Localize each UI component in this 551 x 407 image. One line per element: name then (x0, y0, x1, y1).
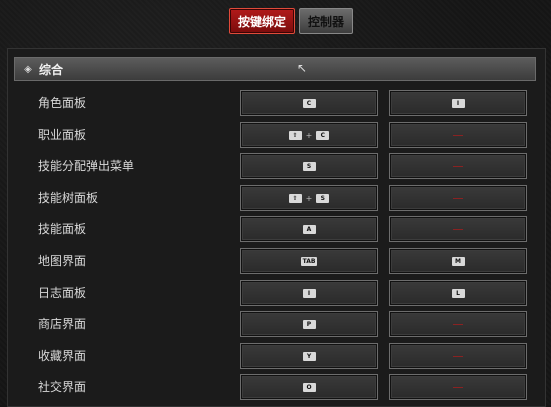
keybinding-action-label: 收藏界面 (38, 349, 87, 363)
primary-binding-button[interactable]: P (240, 311, 378, 337)
keycap: P (302, 319, 316, 329)
primary-binding-button[interactable]: ⇧ + S (240, 185, 378, 211)
unbound-dash (453, 323, 463, 325)
secondary-binding-button[interactable] (389, 374, 527, 400)
primary-binding-button[interactable]: C (240, 90, 378, 116)
keybinding-action-label: 商店界面 (38, 317, 87, 331)
diamond-icon: ◈ (24, 63, 32, 75)
keycap: C (302, 98, 316, 108)
primary-binding-button[interactable]: TAB (240, 248, 378, 274)
keybinding-row: 收藏界面 Y (0, 343, 551, 369)
keybinding-row: 日志面板 I L (0, 280, 551, 306)
primary-binding-button[interactable]: ⇧ + C (240, 122, 378, 148)
keycap: S (302, 161, 316, 171)
keybinding-row: 角色面板 C I (0, 90, 551, 116)
primary-binding-button[interactable]: A (240, 216, 378, 242)
unbound-dash (453, 134, 463, 136)
keybinding-action-label: 技能分配弹出菜单 (38, 159, 135, 173)
unbound-dash (453, 165, 463, 167)
secondary-binding-button[interactable] (389, 153, 527, 179)
keybinding-action-label: 职业面板 (38, 128, 87, 142)
keycap: S (316, 193, 330, 203)
secondary-binding-button[interactable] (389, 311, 527, 337)
plus-sign: + (305, 193, 313, 203)
secondary-binding-button[interactable] (389, 122, 527, 148)
tab-keybindings[interactable]: 按键绑定 (229, 8, 296, 34)
keybinding-row: 技能面板 A (0, 216, 551, 242)
secondary-binding-button[interactable] (389, 185, 527, 211)
shift-key-icon: ⇧ (288, 193, 302, 203)
keycap: Y (302, 351, 316, 361)
keybinding-row: 地图界面 TAB M (0, 248, 551, 274)
keycap: I (451, 98, 465, 108)
keybinding-action-label: 技能树面板 (38, 191, 99, 205)
keybinding-row: 商店界面 P (0, 311, 551, 337)
keycap: I (302, 288, 316, 298)
primary-binding-button[interactable]: I (240, 280, 378, 306)
keybinding-action-label: 技能面板 (38, 222, 87, 236)
keycap: O (302, 382, 316, 392)
keybinding-row: 社交界面 O (0, 374, 551, 400)
keycap: M (451, 256, 465, 266)
mouse-cursor-icon: ↖ (297, 61, 308, 75)
keycap: A (302, 224, 316, 234)
keybinding-action-label: 角色面板 (38, 96, 87, 110)
shift-key-icon: ⇧ (288, 130, 302, 140)
keybinding-row: 技能树面板 ⇧ + S (0, 185, 551, 211)
unbound-dash (453, 386, 463, 388)
unbound-dash (453, 355, 463, 357)
secondary-binding-button[interactable] (389, 343, 527, 369)
keycap: L (451, 288, 465, 298)
keybinding-row: 技能分配弹出菜单 S (0, 153, 551, 179)
tab-controller[interactable]: 控制器 (299, 8, 354, 34)
unbound-dash (453, 197, 463, 199)
keycap: C (316, 130, 330, 140)
keybinding-row: 职业面板 ⇧ + C (0, 122, 551, 148)
unbound-dash (453, 228, 463, 230)
plus-sign: + (305, 130, 313, 140)
primary-binding-button[interactable]: Y (240, 343, 378, 369)
secondary-binding-button[interactable]: L (389, 280, 527, 306)
section-title: 综合 (39, 62, 64, 77)
primary-binding-button[interactable]: S (240, 153, 378, 179)
section-header-general[interactable]: ◈ 综合 ↖ (14, 57, 536, 81)
tab-bar: 按键绑定 控制器 (229, 8, 354, 34)
keybinding-action-label: 日志面板 (38, 286, 87, 300)
keycap: TAB (300, 256, 318, 266)
secondary-binding-button[interactable] (389, 216, 527, 242)
keybinding-action-label: 社交界面 (38, 380, 87, 394)
secondary-binding-button[interactable]: I (389, 90, 527, 116)
keybinding-action-label: 地图界面 (38, 254, 87, 268)
secondary-binding-button[interactable]: M (389, 248, 527, 274)
primary-binding-button[interactable]: O (240, 374, 378, 400)
